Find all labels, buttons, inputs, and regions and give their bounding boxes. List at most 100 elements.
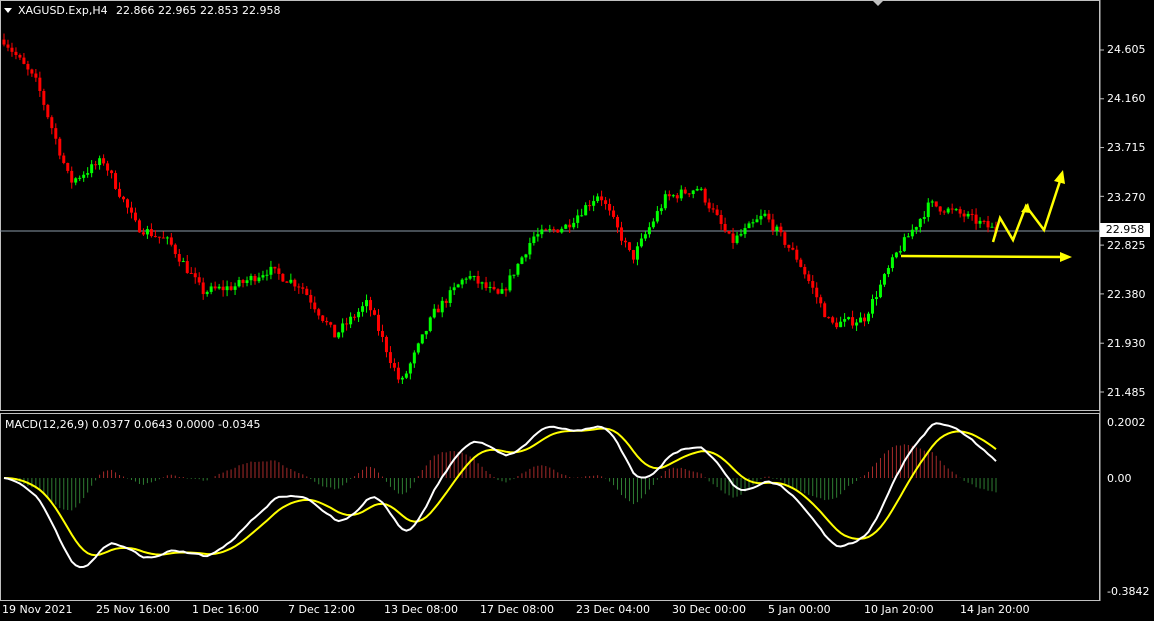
candle-body bbox=[735, 235, 739, 243]
candle-body bbox=[878, 284, 882, 298]
candle-body bbox=[647, 227, 651, 235]
candle-body bbox=[580, 215, 584, 217]
candle-body bbox=[353, 316, 357, 318]
candle-body bbox=[576, 215, 580, 223]
candle-body bbox=[906, 236, 910, 238]
candle-body bbox=[966, 213, 970, 217]
candle-body bbox=[847, 317, 851, 320]
candle-body bbox=[400, 377, 404, 380]
time-tick: 7 Dec 12:00 bbox=[288, 603, 355, 616]
candle-body bbox=[544, 229, 548, 231]
candle-body bbox=[616, 216, 620, 228]
candle-body bbox=[835, 322, 839, 328]
collapse-triangle-icon[interactable] bbox=[4, 8, 12, 13]
candle-body bbox=[345, 323, 349, 325]
candle-body bbox=[66, 162, 70, 171]
candle-body bbox=[938, 206, 942, 212]
scroll-marker-icon bbox=[872, 0, 884, 6]
macd-main-line bbox=[3, 422, 997, 569]
candle-body bbox=[687, 193, 691, 195]
candle-body bbox=[416, 343, 420, 353]
candle-body bbox=[253, 275, 257, 282]
candle-body bbox=[201, 282, 205, 295]
candle-body bbox=[197, 277, 201, 283]
candle-body bbox=[596, 196, 600, 202]
candle-body bbox=[823, 303, 827, 318]
chart-canvas[interactable] bbox=[0, 0, 1154, 621]
candle-body bbox=[627, 242, 631, 251]
price-panel-frame bbox=[0, 0, 1100, 411]
candle-body bbox=[333, 324, 337, 338]
candle-body bbox=[504, 289, 508, 291]
candle-body bbox=[464, 278, 468, 280]
candle-body bbox=[293, 279, 297, 287]
candle-body bbox=[221, 286, 225, 291]
time-tick: 17 Dec 08:00 bbox=[480, 603, 554, 616]
candle-body bbox=[428, 317, 432, 331]
candle-body bbox=[600, 196, 604, 201]
candle-body bbox=[357, 311, 361, 318]
candle-body bbox=[50, 117, 54, 129]
candle-body bbox=[795, 249, 799, 260]
candle-body bbox=[325, 320, 329, 323]
candle-body bbox=[94, 164, 98, 166]
candle-body bbox=[572, 222, 576, 228]
candle-body bbox=[910, 229, 914, 237]
candle-body bbox=[472, 276, 476, 278]
macd-tick: 0.00 bbox=[1107, 472, 1132, 485]
candle-body bbox=[811, 280, 815, 288]
candle-body bbox=[285, 281, 289, 283]
candle-body bbox=[58, 138, 62, 156]
annotation-horizontal-arrow[interactable] bbox=[900, 252, 1072, 262]
candle-body bbox=[655, 211, 659, 222]
candle-body bbox=[815, 287, 819, 298]
candle-body bbox=[165, 237, 169, 239]
candle-body bbox=[460, 279, 464, 285]
candle-body bbox=[241, 280, 245, 283]
candle-body bbox=[524, 254, 528, 258]
candle-body bbox=[843, 319, 847, 322]
candle-body bbox=[444, 300, 448, 303]
candle-body bbox=[623, 240, 627, 243]
candle-body bbox=[962, 213, 966, 217]
candle-body bbox=[141, 232, 145, 235]
candle-body bbox=[137, 220, 141, 233]
candle-body bbox=[432, 308, 436, 318]
candle-body bbox=[659, 208, 663, 212]
candle-body bbox=[309, 294, 313, 303]
candle-body bbox=[986, 221, 990, 228]
chart-title: XAGUSD.Exp,H4 bbox=[18, 4, 108, 17]
price-tick: 21.485 bbox=[1107, 386, 1146, 399]
candle-body bbox=[954, 209, 958, 211]
candle-body bbox=[185, 261, 189, 273]
candle-body bbox=[508, 275, 512, 291]
candle-body bbox=[2, 39, 6, 45]
candle-body bbox=[886, 268, 890, 275]
candle-body bbox=[978, 220, 982, 224]
candle-body bbox=[269, 266, 273, 275]
candle-body bbox=[38, 77, 42, 91]
time-tick: 25 Nov 16:00 bbox=[96, 603, 171, 616]
candle-body bbox=[767, 213, 771, 220]
candle-body bbox=[958, 209, 962, 214]
candle-body bbox=[699, 188, 703, 190]
candle-body bbox=[703, 188, 707, 203]
candle-body bbox=[440, 300, 444, 313]
price-tick: 24.160 bbox=[1107, 92, 1146, 105]
candle-body bbox=[408, 363, 412, 374]
time-tick: 23 Dec 04:00 bbox=[576, 603, 650, 616]
candle-body bbox=[552, 229, 556, 231]
candle-body bbox=[970, 213, 974, 215]
candle-body bbox=[110, 170, 114, 174]
candle-body bbox=[691, 190, 695, 195]
candle-body bbox=[373, 310, 377, 315]
candle-body bbox=[476, 276, 480, 284]
candle-body bbox=[755, 219, 759, 223]
candle-body bbox=[369, 300, 373, 311]
candle-body bbox=[42, 90, 46, 105]
candle-body bbox=[631, 250, 635, 260]
candle-body bbox=[723, 223, 727, 232]
candle-body bbox=[448, 290, 452, 303]
candle-body bbox=[313, 302, 317, 310]
candle-body bbox=[98, 158, 102, 166]
